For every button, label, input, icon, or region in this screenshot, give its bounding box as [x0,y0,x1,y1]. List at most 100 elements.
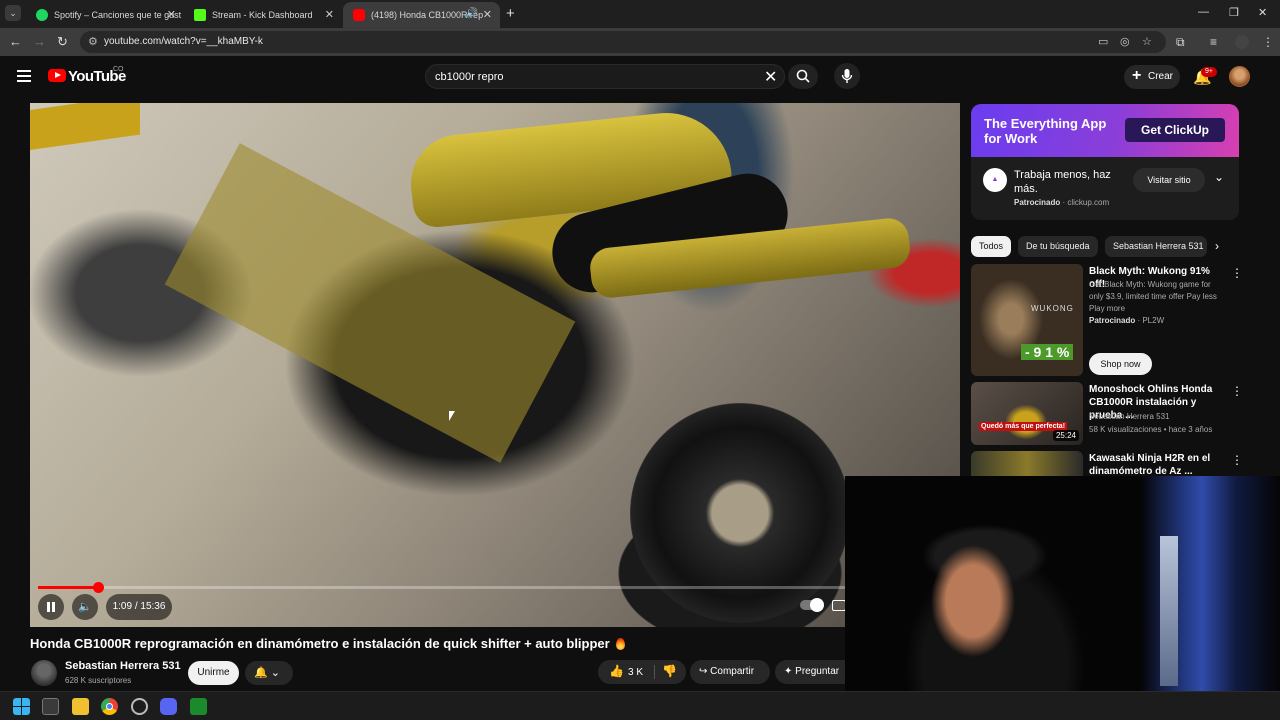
chip-todos[interactable]: Todos [971,236,1012,257]
mouse-cursor-icon [449,411,455,421]
ad-description: Trabaja menos, haz más. [1014,169,1111,195]
search-icon [796,69,810,83]
bookmark-star-icon[interactable]: ☆ [1142,35,1152,48]
join-button[interactable]: Unirme [188,661,239,685]
ad-cta-button[interactable]: Get ClickUp [1125,118,1225,142]
back-icon[interactable]: ← [9,34,22,49]
steam-icon[interactable] [131,698,148,715]
like-count[interactable]: 3 K [628,667,643,678]
cast-icon[interactable]: ▭ [1098,35,1108,48]
share-label: Compartir [710,666,755,677]
reload-icon[interactable]: ↻ [57,34,68,50]
discount-label: - 9 1 % [1021,344,1074,360]
chevron-down-icon[interactable]: ⌄ [1214,170,1224,184]
minimize-icon[interactable]: — [1198,6,1209,18]
tab-youtube[interactable]: (4198) Honda CB1000R rep 🔊 ✕ [343,2,500,28]
ask-button[interactable]: ✦ Preguntar [775,660,845,684]
close-window-icon[interactable]: ✕ [1258,6,1267,19]
tab-kick[interactable]: Stream - Kick Dashboard ✕ [184,2,342,28]
user-avatar[interactable] [1229,66,1250,87]
minecraft-icon[interactable] [190,698,207,715]
related-title[interactable]: Kawasaki Ninja H2R en el dinamómetro de … [1089,452,1224,478]
ad-headline: The Everything App for Work [984,116,1107,146]
address-bar[interactable]: ⚙ youtube.com/watch?v=__khaMBY-k ▭ ◎ ☆ [80,31,1166,53]
task-view-icon[interactable] [42,698,59,715]
windows-start-icon[interactable] [13,698,30,715]
related-thumbnail[interactable] [971,451,1083,476]
like-icon[interactable]: 👍 [609,664,624,678]
eye-off-icon[interactable]: ◎ [1120,35,1130,48]
extensions-icon[interactable]: ⧉ [1176,35,1185,50]
related-thumbnail[interactable]: Quedó más que perfecta! 25:24 [971,382,1083,445]
hamburger-menu-icon[interactable] [17,70,31,82]
video-player[interactable]: 🔈 1:09 / 15:36 [30,103,960,627]
voice-search-button[interactable] [834,63,860,89]
advertiser-name: PL2W [1142,316,1165,325]
youtube-logo-icon[interactable] [48,69,66,82]
tab-spotify[interactable]: Spotify – Canciones que te gust ✕ [26,2,184,28]
channel-avatar[interactable] [31,660,57,686]
like-dislike-group: 👍 3 K 👎 [598,660,686,684]
discord-icon[interactable] [160,698,177,715]
monitor-glow [1160,536,1178,686]
windows-taskbar [0,691,1280,720]
ad-domain: clickup.com [1067,198,1110,207]
new-tab-icon[interactable]: + [506,5,515,22]
related-channel[interactable]: Sebastian Herrera 531 [1089,411,1234,423]
close-tab-icon[interactable]: ✕ [325,8,334,21]
create-button[interactable]: + Crear [1124,65,1180,89]
search-query: cb1000r repro [435,71,504,83]
chevron-right-icon[interactable]: › [1215,239,1219,253]
ad-card[interactable]: The Everything App for Work Get ClickUp … [971,104,1239,220]
browser-menu-icon[interactable]: ⋮ [1262,35,1274,49]
sparkle-icon: ✦ [784,666,793,677]
dislike-icon[interactable]: 👎 [662,664,677,678]
more-options-icon[interactable]: ⋮ [1231,453,1243,467]
ad-banner[interactable]: The Everything App for Work Get ClickUp [971,104,1239,157]
search-input[interactable]: cb1000r repro ✕ [425,64,785,89]
forward-icon[interactable]: → [33,34,46,49]
url-text: youtube.com/watch?v=__khaMBY-k [104,36,263,47]
browser-tab-strip: ⌄ Spotify – Canciones que te gust ✕ Stre… [0,0,1280,28]
spotify-icon [36,9,48,21]
shop-now-button[interactable]: Shop now [1089,353,1152,375]
more-options-icon[interactable]: ⋮ [1231,266,1243,280]
notification-badge: 9+ [1201,67,1217,77]
create-label: Crear [1148,71,1174,82]
autoplay-toggle[interactable] [800,598,824,612]
chip-channel[interactable]: Sebastian Herrera 531 [1105,236,1207,257]
maximize-icon[interactable]: ❐ [1229,6,1239,19]
progress-scrubber[interactable] [93,582,105,593]
close-tab-icon[interactable]: ✕ [483,8,492,21]
audio-playing-icon[interactable]: 🔊 [466,8,478,19]
close-tab-icon[interactable]: ✕ [167,8,176,21]
youtube-tab-icon [353,9,365,21]
chrome-icon[interactable] [101,698,118,715]
chip-de-tu-busqueda[interactable]: De tu búsqueda [1018,236,1098,257]
progress-played [38,586,99,589]
file-explorer-icon[interactable] [72,698,89,715]
share-button[interactable]: ↪ Compartir [690,660,770,684]
site-info-icon[interactable]: ⚙ [88,35,98,48]
subtitles-icon[interactable] [832,600,846,611]
visit-site-button[interactable]: Visitar sitio [1133,168,1205,192]
volume-button[interactable]: 🔈 [72,594,98,620]
clickup-logo-icon: ▲ [983,168,1007,192]
channel-name[interactable]: Sebastian Herrera 531 [65,660,181,672]
media-control-icon[interactable]: ≡ [1210,35,1217,49]
bell-icon: 🔔 [254,667,268,679]
profile-icon[interactable] [1235,35,1249,49]
more-options-icon[interactable]: ⋮ [1231,384,1243,398]
video-duration: 25:24 [1052,430,1079,441]
video-title-text: Honda CB1000R reprogramación en dinamóme… [30,636,610,651]
tab-search-icon[interactable]: ⌄ [5,5,21,21]
browser-toolbar: ← → ↻ ⚙ youtube.com/watch?v=__khaMBY-k ▭… [0,28,1280,56]
video-progress-bar[interactable] [38,582,858,593]
thumbnail-text: WUKONG [1031,304,1074,313]
search-button[interactable] [788,64,818,89]
video-title: Honda CB1000R reprogramación en dinamóme… [30,636,625,651]
subscription-bell-button[interactable]: 🔔 ⌄ [245,661,293,685]
related-thumbnail[interactable]: WUKONG - 9 1 % [971,264,1083,376]
clear-search-icon[interactable]: ✕ [764,67,777,87]
pause-button[interactable] [38,594,64,620]
